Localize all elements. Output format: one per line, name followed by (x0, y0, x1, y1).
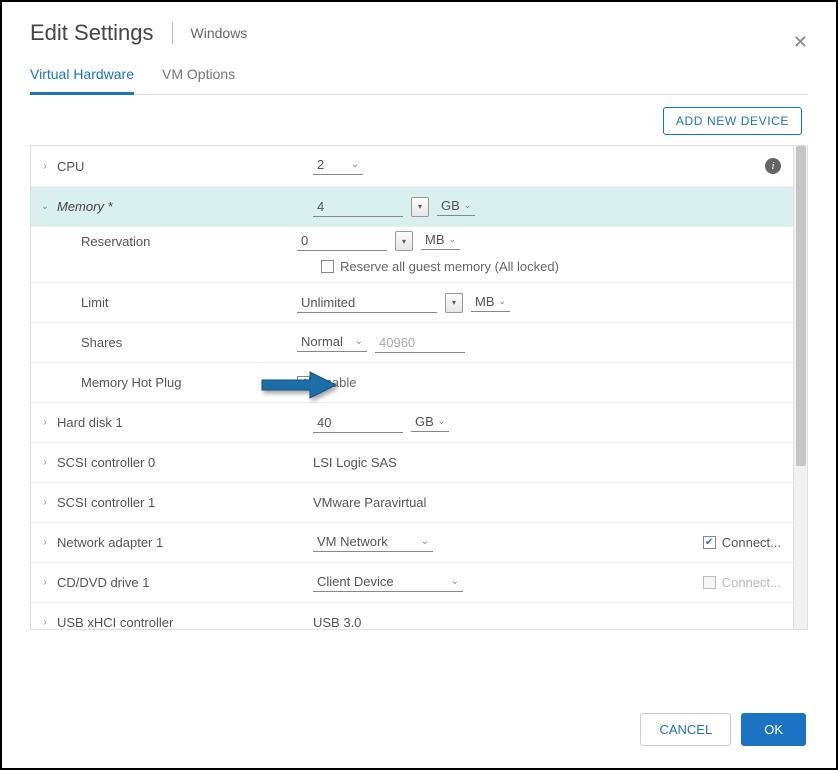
hdd-input[interactable] (313, 413, 403, 433)
add-new-device-button[interactable]: ADD NEW DEVICE (663, 107, 802, 135)
reserve-all-label: Reserve all guest memory (All locked) (340, 259, 559, 274)
row-memory-hot-plug: Memory Hot Plug ✔ Enable (31, 362, 793, 402)
cpu-value: 2 (317, 157, 324, 172)
shares-value-input[interactable] (375, 333, 465, 353)
memory-unit-select[interactable]: GB ⌄ (437, 198, 475, 216)
expand-icon[interactable]: › (37, 161, 53, 172)
limit-unit: MB (475, 294, 495, 309)
chevron-down-icon: ⌄ (351, 159, 359, 170)
row-hard-disk-1: › Hard disk 1 GB ⌄ (31, 402, 793, 442)
scsi0-value: LSI Logic SAS (313, 455, 397, 470)
scrollbar[interactable] (793, 146, 807, 629)
reservation-label: Reservation (37, 234, 297, 249)
usb-value: USB 3.0 (313, 615, 361, 629)
chevron-down-icon: ⌄ (499, 296, 507, 307)
ok-button[interactable]: OK (741, 713, 806, 746)
expand-icon[interactable]: › (37, 617, 53, 628)
cd-label: CD/DVD drive 1 (53, 575, 313, 590)
net-select[interactable]: VM Network ⌄ (313, 534, 433, 552)
hdd-label: Hard disk 1 (53, 415, 313, 430)
expand-icon[interactable]: › (37, 497, 53, 508)
limit-stepper[interactable]: ▾ (445, 293, 463, 313)
reserve-all-checkbox-row[interactable]: Reserve all guest memory (All locked) (321, 259, 781, 274)
row-scsi-controller-1: › SCSI controller 1 VMware Paravirtual (31, 482, 793, 522)
usb-label: USB xHCI controller (53, 615, 313, 629)
expand-icon[interactable]: › (37, 537, 53, 548)
row-usb-controller: › USB xHCI controller USB 3.0 (31, 602, 793, 629)
hotplug-enable-label: Enable (316, 375, 356, 390)
tab-virtual-hardware[interactable]: Virtual Hardware (30, 60, 134, 95)
limit-label: Limit (37, 295, 297, 310)
close-icon[interactable]: ✕ (793, 32, 808, 53)
cpu-label: CPU (53, 159, 313, 174)
hdd-unit-select[interactable]: GB ⌄ (411, 414, 449, 432)
cd-connect-label: Connect... (722, 575, 781, 590)
row-network-adapter-1: › Network adapter 1 VM Network ⌄ ✔ Conne… (31, 522, 793, 562)
scsi1-value: VMware Paravirtual (313, 495, 426, 510)
cancel-button[interactable]: CANCEL (640, 713, 731, 746)
reservation-input[interactable] (297, 231, 387, 251)
hotplug-checkbox[interactable]: ✔ (297, 376, 310, 389)
expand-icon[interactable]: › (37, 577, 53, 588)
cpu-select[interactable]: 2 ⌄ (313, 157, 363, 175)
dialog-title: Edit Settings (30, 20, 154, 46)
expand-icon[interactable]: › (37, 417, 53, 428)
limit-input[interactable] (297, 293, 437, 313)
cd-select[interactable]: Client Device ⌄ (313, 574, 463, 592)
reserve-all-checkbox[interactable] (321, 260, 334, 273)
net-connect-label: Connect... (722, 535, 781, 550)
tab-vm-options[interactable]: VM Options (162, 60, 235, 94)
reservation-unit: MB (425, 232, 445, 247)
row-reservation: Reservation ▾ MB ⌄ Reserve all guest mem… (31, 226, 793, 282)
chevron-down-icon: ⌄ (355, 336, 363, 347)
reservation-stepper[interactable]: ▾ (395, 231, 413, 251)
shares-label: Shares (37, 335, 297, 350)
info-icon[interactable]: i (765, 158, 781, 174)
expand-icon[interactable]: › (37, 457, 53, 468)
cd-value: Client Device (317, 574, 394, 589)
row-cpu: › CPU 2 ⌄ i (31, 146, 793, 186)
hotplug-checkbox-row[interactable]: ✔ Enable (297, 375, 356, 390)
row-scsi-controller-0: › SCSI controller 0 LSI Logic SAS (31, 442, 793, 482)
memory-input[interactable] (313, 197, 403, 217)
scsi0-label: SCSI controller 0 (53, 455, 313, 470)
shares-mode-select[interactable]: Normal ⌄ (297, 334, 367, 352)
collapse-icon[interactable]: ⌄ (37, 201, 53, 212)
memory-stepper[interactable]: ▾ (411, 197, 429, 217)
hdd-unit: GB (415, 414, 434, 429)
chevron-down-icon: ⌄ (464, 200, 472, 211)
net-label: Network adapter 1 (53, 535, 313, 550)
shares-mode: Normal (301, 334, 343, 349)
row-shares: Shares Normal ⌄ (31, 322, 793, 362)
row-cd-dvd-drive-1: › CD/DVD drive 1 Client Device ⌄ Connect… (31, 562, 793, 602)
row-memory: ⌄ Memory * ▾ GB ⌄ (31, 186, 793, 226)
net-connect-checkbox[interactable]: ✔ (703, 536, 716, 549)
reservation-unit-select[interactable]: MB ⌄ (421, 232, 460, 250)
chevron-down-icon: ⌄ (421, 536, 429, 547)
scrollbar-thumb[interactable] (796, 146, 806, 466)
limit-unit-select[interactable]: MB ⌄ (471, 294, 510, 312)
chevron-down-icon: ⌄ (451, 576, 459, 587)
scsi1-label: SCSI controller 1 (53, 495, 313, 510)
cd-connect-checkbox (703, 576, 716, 589)
row-limit: Limit ▾ MB ⌄ (31, 282, 793, 322)
memory-label: Memory * (53, 199, 313, 214)
net-value: VM Network (317, 534, 388, 549)
memory-unit: GB (441, 198, 460, 213)
chevron-down-icon: ⌄ (449, 234, 457, 245)
chevron-down-icon: ⌄ (438, 416, 446, 427)
dialog-subtitle: Windows (172, 22, 248, 44)
hotplug-label: Memory Hot Plug (37, 375, 297, 390)
